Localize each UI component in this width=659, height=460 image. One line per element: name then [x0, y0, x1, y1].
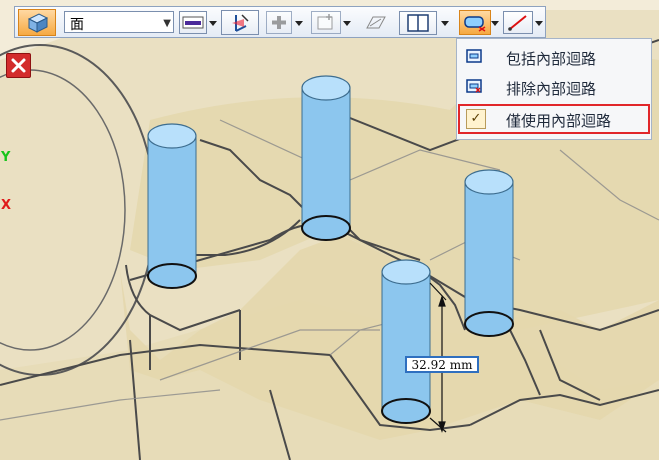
exclude-loops-icon [466, 79, 482, 93]
select-face-button[interactable] [18, 9, 56, 36]
selection-mode-value: 面 [70, 17, 84, 33]
cylinder-3[interactable] [464, 169, 514, 337]
check-icon: ✓ [466, 109, 486, 129]
include-loops-icon [466, 49, 482, 63]
loop-filter-button[interactable] [459, 10, 491, 35]
plane-icon [366, 16, 386, 29]
loop-filter-icon [464, 16, 486, 32]
menu-item-label: 包括內部迴路 [506, 50, 597, 68]
plane-button[interactable] [361, 11, 391, 34]
menu-item-include-loops[interactable]: 包括內部迴路 [458, 42, 650, 72]
close-button[interactable] [6, 53, 31, 78]
plus-icon [272, 16, 286, 29]
cylinder-4[interactable] [381, 259, 431, 424]
command-bar: 面 ▼ [14, 6, 546, 38]
line-select-button[interactable] [503, 11, 533, 34]
menu-item-internal-loops-only[interactable]: ✓ 僅使用內部迴路 [458, 104, 650, 134]
add-dropdown-arrow[interactable] [295, 21, 303, 26]
cylinder-2[interactable] [301, 75, 351, 241]
x-axis-label: X [1, 198, 12, 213]
face-add-icon [317, 14, 333, 30]
cylinder-1[interactable] [147, 123, 197, 289]
menu-item-exclude-loops[interactable]: 排除內部迴路 [458, 72, 650, 102]
line-select-icon [508, 15, 527, 31]
panel-split-icon [407, 14, 429, 32]
close-icon [11, 58, 26, 73]
color-bar-icon [182, 16, 204, 29]
panel-split-dropdown-arrow[interactable] [441, 21, 449, 26]
add-button[interactable] [266, 11, 292, 34]
face-add-dropdown-arrow[interactable] [343, 21, 351, 26]
face-normal-icon [232, 14, 249, 32]
menu-item-label: 排除內部迴路 [506, 80, 597, 98]
line-select-dropdown-arrow[interactable] [535, 21, 543, 26]
selection-mode-select[interactable]: 面 ▼ [64, 11, 174, 33]
menu-item-label: 僅使用內部迴路 [506, 112, 612, 130]
panel-split-button[interactable] [399, 11, 437, 35]
loop-filter-dropdown-arrow[interactable] [491, 21, 499, 26]
color-dropdown-arrow[interactable] [209, 21, 217, 26]
color-button[interactable] [179, 11, 207, 34]
face-normal-button[interactable] [221, 10, 259, 35]
dimension-value-box[interactable]: 32.92 mm [405, 356, 479, 373]
loop-options-menu: 包括內部迴路 排除內部迴路 ✓ 僅使用內部迴路 [456, 38, 652, 140]
cube-select-icon [27, 13, 49, 33]
y-axis-label: Y [1, 150, 11, 165]
face-add-button[interactable] [311, 11, 341, 34]
chevron-down-icon: ▼ [163, 18, 171, 29]
